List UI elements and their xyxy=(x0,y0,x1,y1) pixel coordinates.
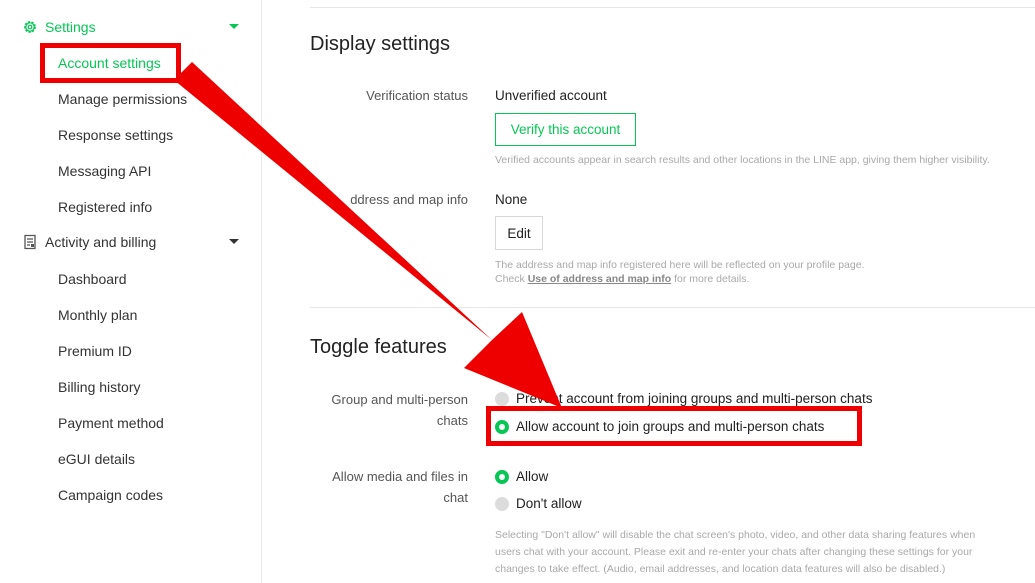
radio-label: Allow xyxy=(516,469,549,484)
radio-button[interactable] xyxy=(495,419,509,434)
group-chats-label: Group and multi-person xyxy=(331,392,468,407)
radio-dont-allow-media[interactable]: Don't allow xyxy=(495,496,582,511)
verification-status-value: Unverified account xyxy=(495,88,607,103)
group-chats-label-2: chats xyxy=(436,413,468,428)
media-files-label: Allow media and files in xyxy=(332,469,468,484)
sidebar-item-premium-id[interactable]: Premium ID xyxy=(58,341,132,361)
edit-address-button[interactable]: Edit xyxy=(495,216,543,250)
sidebar-group-activity-billing[interactable]: Activity and billing xyxy=(0,224,262,260)
sidebar-item-dashboard[interactable]: Dashboard xyxy=(58,269,127,289)
radio-label: Allow account to join groups and multi-p… xyxy=(516,419,825,434)
media-help-text-2: users chat with your account. Please exi… xyxy=(495,546,973,558)
main-content: Display settings Verification status Unv… xyxy=(263,0,1035,583)
media-files-label-2: chat xyxy=(443,490,468,505)
radio-button[interactable] xyxy=(495,391,509,406)
chevron-down-icon xyxy=(229,24,239,29)
gear-icon xyxy=(21,18,39,36)
radio-label: Prevent account from joining groups and … xyxy=(516,391,873,406)
address-map-info-label: ddress and map info xyxy=(350,192,468,207)
address-help-text-2: Check Use of address and map info for mo… xyxy=(495,272,749,287)
sidebar-group-label: Activity and billing xyxy=(45,234,157,250)
section-title-toggle-features: Toggle features xyxy=(310,336,447,358)
verify-account-button[interactable]: Verify this account xyxy=(495,113,636,146)
sidebar-item-egui-details[interactable]: eGUI details xyxy=(58,449,135,469)
radio-allow-media[interactable]: Allow xyxy=(495,469,548,484)
address-map-info-value: None xyxy=(495,192,528,207)
sidebar-item-manage-permissions[interactable]: Manage permissions xyxy=(58,89,187,109)
sidebar-item-monthly-plan[interactable]: Monthly plan xyxy=(58,305,137,325)
sidebar-item-messaging-api[interactable]: Messaging API xyxy=(58,161,151,181)
radio-button[interactable] xyxy=(495,496,509,511)
divider xyxy=(310,7,1035,8)
sidebar-item-registered-info[interactable]: Registered info xyxy=(58,197,152,217)
sidebar-item-payment-method[interactable]: Payment method xyxy=(58,413,164,433)
radio-allow-groups[interactable]: Allow account to join groups and multi-p… xyxy=(495,419,824,434)
sidebar: Settings Account settings Manage permiss… xyxy=(0,0,262,583)
sidebar-group-label: Settings xyxy=(45,19,96,35)
chevron-down-icon xyxy=(229,239,239,244)
radio-button[interactable] xyxy=(495,469,509,484)
address-map-info-link[interactable]: Use of address and map info xyxy=(528,273,672,285)
section-title-display-settings: Display settings xyxy=(310,33,451,55)
media-help-text: Selecting "Don't allow" will disable the… xyxy=(495,529,976,541)
receipt-icon xyxy=(21,233,39,251)
radio-label: Don't allow xyxy=(516,496,582,511)
verification-status-label: Verification status xyxy=(366,88,468,103)
help-prefix: Check xyxy=(495,273,528,285)
sidebar-item-campaign-codes[interactable]: Campaign codes xyxy=(58,485,163,505)
media-help-text-3: changes to take effect. (Audio, email ad… xyxy=(495,563,946,575)
sidebar-item-response-settings[interactable]: Response settings xyxy=(58,125,173,145)
verification-help-text: Verified accounts appear in search resul… xyxy=(495,154,990,166)
sidebar-item-billing-history[interactable]: Billing history xyxy=(58,377,140,397)
radio-prevent-groups[interactable]: Prevent account from joining groups and … xyxy=(495,391,872,406)
sidebar-item-account-settings[interactable]: Account settings xyxy=(58,53,161,73)
address-help-text: The address and map info registered here… xyxy=(495,259,865,271)
divider xyxy=(310,307,1035,308)
help-suffix: for more details. xyxy=(671,273,750,285)
sidebar-group-settings[interactable]: Settings xyxy=(0,9,262,45)
